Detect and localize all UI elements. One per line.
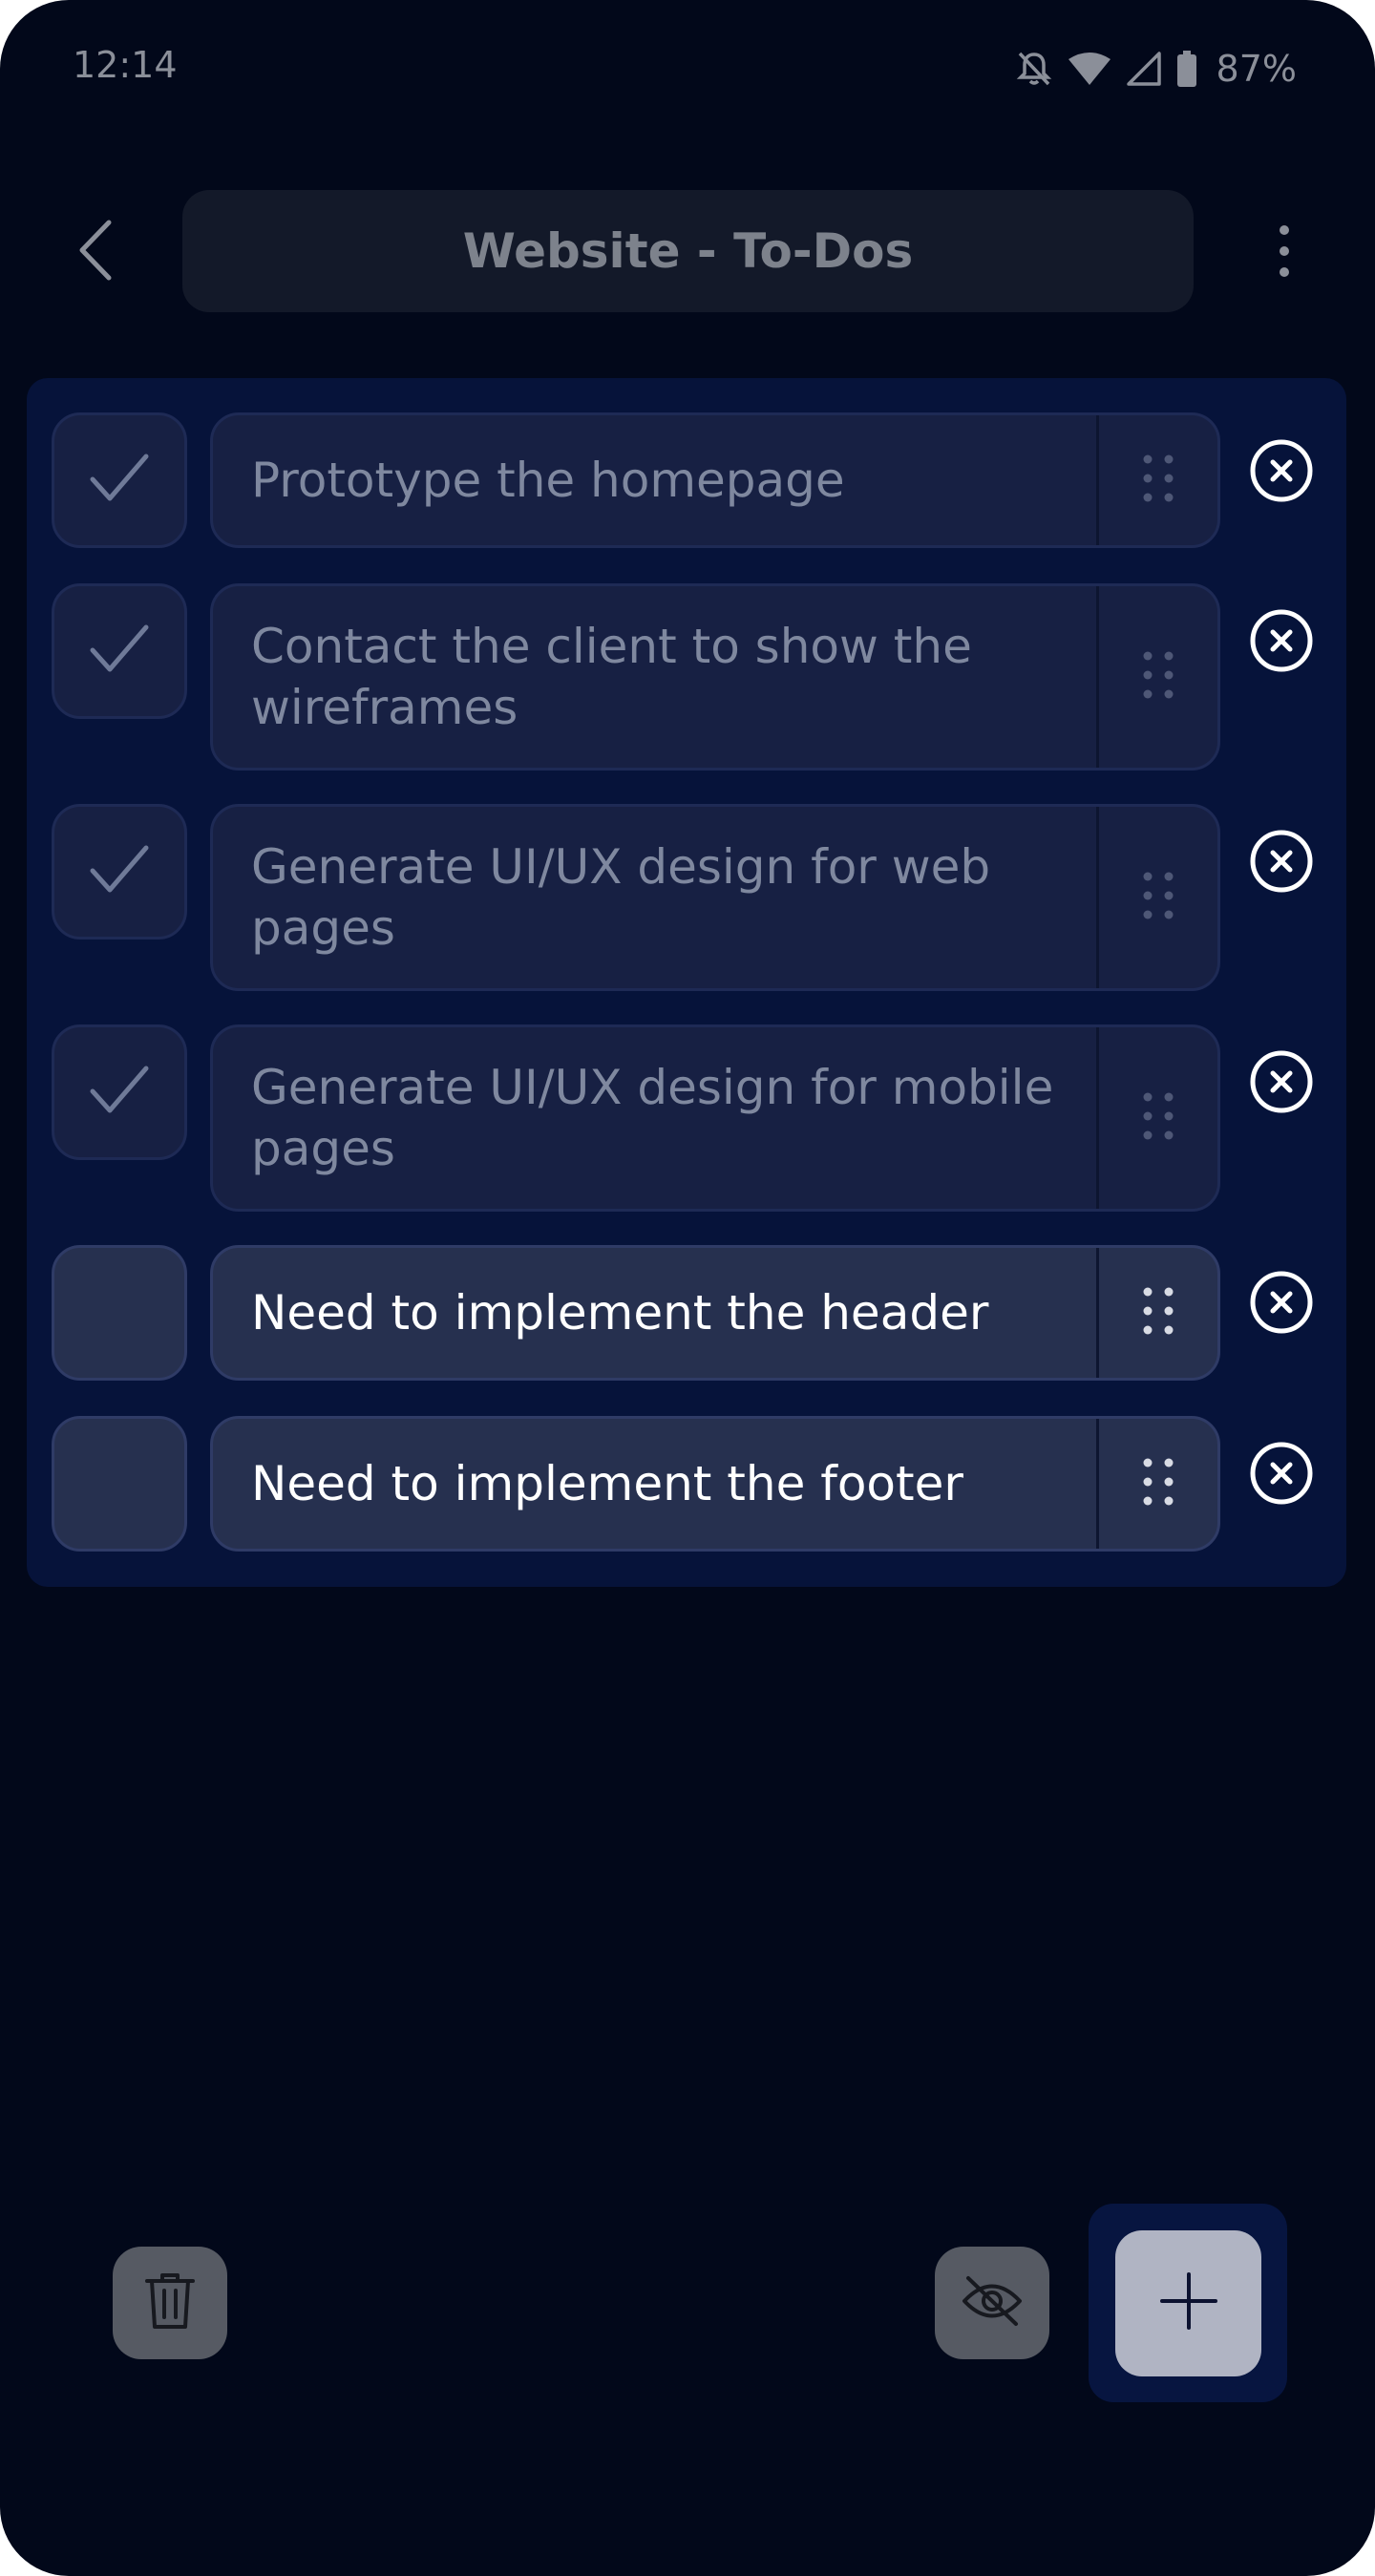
drag-handle-icon <box>1141 650 1175 705</box>
todo-row: Need to implement the footer <box>27 1382 1346 1553</box>
todo-item-text: Generate UI/UX design for web pages <box>251 839 991 956</box>
todo-row: Contact the client to show the wireframe… <box>27 549 1346 771</box>
wifi-icon <box>1068 52 1111 86</box>
todo-checkbox-checked[interactable] <box>52 1024 187 1160</box>
app-screen: 12:14 87% Website - To-Dos Prototype the… <box>0 0 1375 2576</box>
checkmark-icon <box>89 623 150 680</box>
todo-item-field[interactable]: Contact the client to show the wireframe… <box>210 583 1220 771</box>
remove-item-button[interactable] <box>1247 829 1316 897</box>
battery-percentage: 87% <box>1216 48 1297 90</box>
trash-icon <box>144 2271 196 2335</box>
todo-item-field[interactable]: Need to implement the footer <box>210 1416 1220 1552</box>
battery-icon <box>1176 51 1197 87</box>
remove-item-button[interactable] <box>1247 1441 1316 1510</box>
remove-item-button[interactable] <box>1247 1049 1316 1118</box>
close-circle-icon <box>1249 608 1314 678</box>
close-circle-icon <box>1249 1049 1314 1119</box>
todo-checkbox-checked[interactable] <box>52 412 187 548</box>
add-item-fab-container <box>1089 2204 1287 2402</box>
more-vertical-icon <box>1279 224 1290 283</box>
delete-list-button[interactable] <box>113 2247 227 2359</box>
remove-item-button[interactable] <box>1247 1270 1316 1339</box>
more-options-button[interactable] <box>1246 212 1322 294</box>
drag-handle-icon <box>1141 1457 1175 1511</box>
checkmark-icon <box>89 453 150 509</box>
todo-item-field[interactable]: Generate UI/UX design for web pages <box>210 804 1220 991</box>
list-title-field[interactable]: Website - To-Dos <box>182 190 1194 312</box>
drag-handle-icon <box>1141 871 1175 925</box>
add-item-button[interactable] <box>1115 2230 1261 2376</box>
close-circle-icon <box>1249 1270 1314 1340</box>
close-circle-icon <box>1249 438 1314 508</box>
status-time: 12:14 <box>73 44 178 86</box>
todo-item-field[interactable]: Need to implement the header <box>210 1245 1220 1381</box>
status-icons: 87% <box>1016 44 1297 94</box>
page-title: Website - To-Dos <box>462 223 914 279</box>
hide-completed-button[interactable] <box>935 2247 1049 2359</box>
drag-handle[interactable] <box>1096 1027 1217 1209</box>
checkmark-icon <box>89 1065 150 1121</box>
todo-item-text: Need to implement the footer <box>251 1456 963 1511</box>
drag-handle-icon <box>1141 1091 1175 1146</box>
remove-item-button[interactable] <box>1247 438 1316 507</box>
todo-row: Prototype the homepage <box>27 378 1346 550</box>
close-circle-icon <box>1249 829 1314 898</box>
drag-handle[interactable] <box>1096 1248 1217 1378</box>
todo-checkbox-checked[interactable] <box>52 804 187 940</box>
todo-item-text: Prototype the homepage <box>251 453 845 508</box>
drag-handle-icon <box>1141 454 1175 508</box>
todo-item-text: Need to implement the header <box>251 1285 989 1341</box>
todo-item-text: Contact the client to show the wireframe… <box>251 619 972 735</box>
remove-item-button[interactable] <box>1247 608 1316 677</box>
checkmark-icon <box>89 844 150 900</box>
back-button[interactable] <box>57 214 134 290</box>
cell-signal-icon <box>1126 52 1161 86</box>
eye-off-icon <box>961 2275 1024 2332</box>
plus-icon <box>1159 2272 1217 2334</box>
drag-handle[interactable] <box>1096 415 1217 545</box>
todo-item-field[interactable]: Generate UI/UX design for mobile pages <box>210 1024 1220 1212</box>
bell-off-icon <box>1016 50 1052 88</box>
close-circle-icon <box>1249 1441 1314 1510</box>
drag-handle[interactable] <box>1096 1419 1217 1549</box>
todo-row: Need to implement the header <box>27 1211 1346 1383</box>
drag-handle-icon <box>1141 1286 1175 1341</box>
todo-row: Generate UI/UX design for mobile pages <box>27 990 1346 1212</box>
todo-list: Prototype the homepage Contact the clien… <box>27 378 1346 1587</box>
todo-checkbox-unchecked[interactable] <box>52 1245 187 1381</box>
todo-checkbox-unchecked[interactable] <box>52 1416 187 1552</box>
todo-row: Generate UI/UX design for web pages <box>27 770 1346 991</box>
drag-handle[interactable] <box>1096 586 1217 768</box>
todo-item-field[interactable]: Prototype the homepage <box>210 412 1220 548</box>
todo-checkbox-checked[interactable] <box>52 583 187 719</box>
todo-item-text: Generate UI/UX design for mobile pages <box>251 1060 1054 1176</box>
drag-handle[interactable] <box>1096 807 1217 988</box>
chevron-left-icon <box>76 219 115 286</box>
